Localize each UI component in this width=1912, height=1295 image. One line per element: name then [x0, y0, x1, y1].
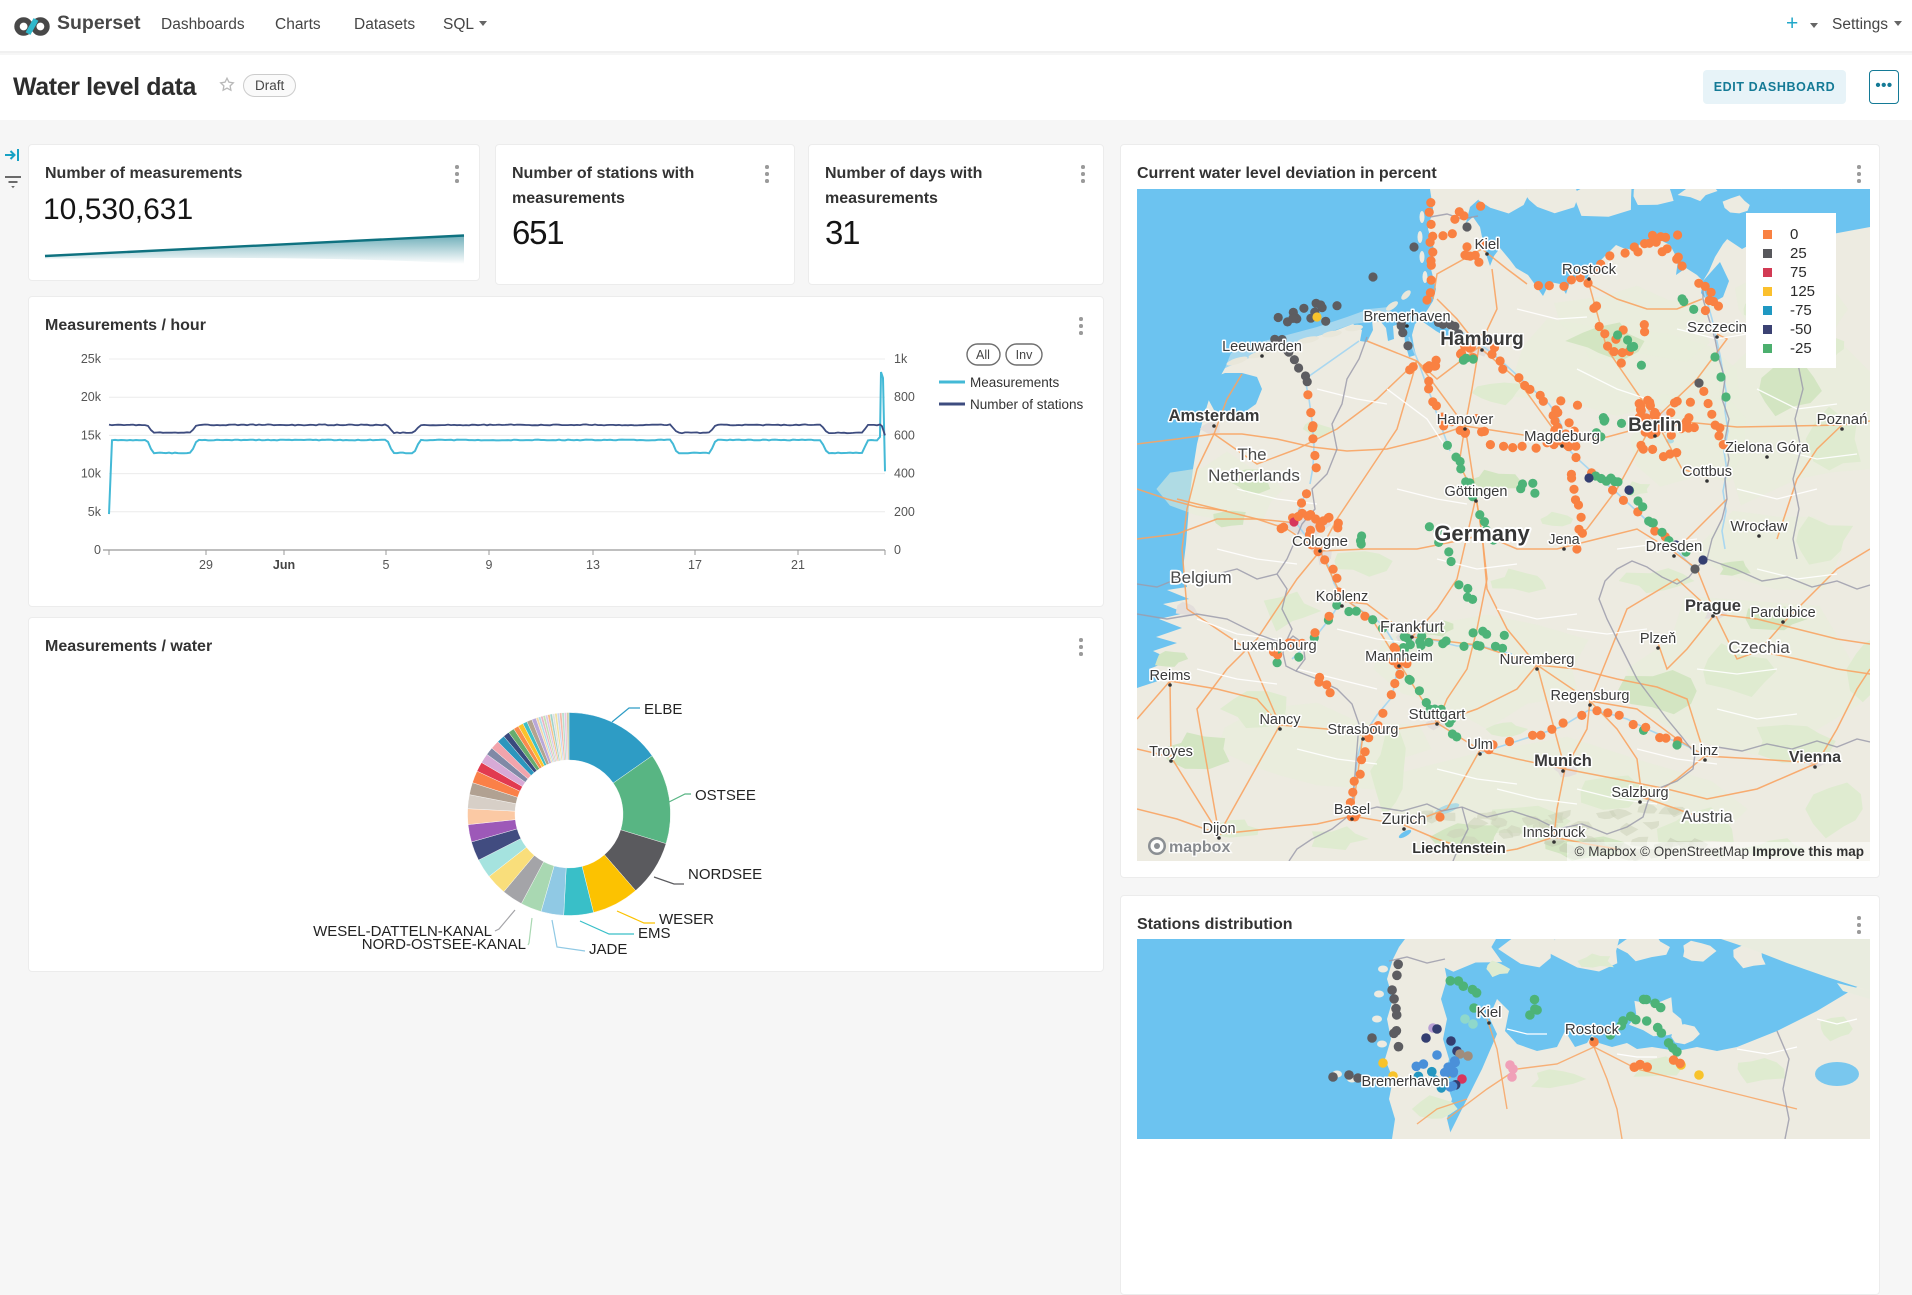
svg-text:0: 0 [94, 543, 101, 557]
svg-text:Kiel: Kiel [1476, 1004, 1501, 1021]
svg-text:Pardubice: Pardubice [1750, 605, 1815, 621]
svg-text:Inv: Inv [1016, 348, 1033, 362]
svg-text:Göttingen: Göttingen [1445, 484, 1508, 500]
svg-text:Rostock: Rostock [1565, 1021, 1620, 1038]
svg-text:Zurich: Zurich [1382, 811, 1426, 828]
svg-text:Improve this map: Improve this map [1752, 844, 1864, 859]
svg-text:Amsterdam: Amsterdam [1169, 407, 1260, 425]
svg-text:Munich: Munich [1534, 752, 1592, 770]
svg-text:Rostock: Rostock [1562, 261, 1617, 278]
svg-text:Nuremberg: Nuremberg [1499, 651, 1574, 668]
svg-text:10k: 10k [81, 467, 102, 481]
svg-text:Regensburg: Regensburg [1551, 688, 1630, 704]
svg-text:Reims: Reims [1149, 668, 1190, 684]
svg-text:JADE: JADE [589, 941, 627, 958]
svg-text:25: 25 [1790, 245, 1807, 262]
svg-text:Troyes: Troyes [1149, 744, 1193, 760]
svg-text:21: 21 [791, 558, 805, 572]
svg-text:NORDSEE: NORDSEE [688, 866, 762, 883]
svg-text:Ulm: Ulm [1467, 737, 1493, 753]
svg-text:Number of stations: Number of stations [970, 397, 1084, 412]
svg-text:Jena: Jena [1548, 532, 1580, 548]
svg-text:Koblenz: Koblenz [1316, 589, 1368, 605]
svg-text:Plzeň: Plzeň [1640, 631, 1676, 647]
svg-text:400: 400 [894, 467, 915, 481]
svg-text:20k: 20k [81, 390, 102, 404]
svg-text:Wrocław: Wrocław [1730, 518, 1787, 535]
svg-text:25k: 25k [81, 352, 102, 366]
svg-text:Luxembourg: Luxembourg [1233, 637, 1316, 654]
svg-text:Dresden: Dresden [1646, 538, 1703, 555]
svg-text:Netherlands: Netherlands [1208, 466, 1300, 485]
svg-text:Jun: Jun [273, 558, 295, 572]
svg-text:Strasbourg: Strasbourg [1328, 722, 1399, 738]
svg-text:Kiel: Kiel [1474, 236, 1499, 253]
svg-text:Innsbruck: Innsbruck [1523, 825, 1587, 841]
svg-text:WESEL-DATTELN-KANAL: WESEL-DATTELN-KANAL [313, 923, 492, 940]
svg-text:Linz: Linz [1692, 743, 1719, 759]
svg-text:Salzburg: Salzburg [1611, 785, 1668, 801]
svg-text:9: 9 [486, 558, 493, 572]
svg-text:Austria: Austria [1681, 808, 1733, 826]
svg-text:Measurements: Measurements [970, 375, 1060, 390]
svg-text:13: 13 [586, 558, 600, 572]
svg-text:Nancy: Nancy [1259, 712, 1301, 728]
svg-text:600: 600 [894, 428, 915, 442]
svg-text:Cologne: Cologne [1292, 533, 1348, 550]
svg-text:Magdeburg: Magdeburg [1524, 428, 1600, 445]
svg-text:0: 0 [894, 543, 901, 557]
svg-text:Poznań: Poznań [1817, 411, 1868, 428]
svg-text:17: 17 [688, 558, 702, 572]
svg-text:75: 75 [1790, 264, 1807, 281]
svg-text:Bremerhaven: Bremerhaven [1361, 1074, 1448, 1090]
svg-text:-50: -50 [1790, 321, 1812, 338]
svg-text:Mannheim: Mannheim [1365, 649, 1433, 665]
svg-text:Hanover: Hanover [1437, 411, 1494, 428]
svg-text:Szczecin: Szczecin [1687, 319, 1747, 336]
svg-text:© Mapbox © OpenStreetMap: © Mapbox © OpenStreetMap [1575, 844, 1749, 859]
svg-text:Cottbus: Cottbus [1682, 464, 1732, 480]
svg-text:Frankfurt: Frankfurt [1380, 619, 1445, 636]
svg-text:Stuttgart: Stuttgart [1409, 706, 1467, 723]
svg-text:Vienna: Vienna [1789, 749, 1841, 766]
svg-text:EMS: EMS [638, 925, 671, 942]
svg-text:OSTSEE: OSTSEE [695, 787, 756, 804]
svg-text:800: 800 [894, 390, 915, 404]
svg-text:Berlin: Berlin [1628, 415, 1682, 436]
svg-text:125: 125 [1790, 283, 1815, 300]
svg-text:Germany: Germany [1434, 521, 1530, 546]
svg-text:Dijon: Dijon [1202, 821, 1235, 837]
svg-text:Basel: Basel [1334, 802, 1370, 818]
svg-text:-75: -75 [1790, 302, 1812, 319]
svg-text:0: 0 [1790, 226, 1798, 243]
svg-text:Hamburg: Hamburg [1440, 329, 1523, 350]
svg-text:The: The [1237, 445, 1266, 464]
svg-text:Leeuwarden: Leeuwarden [1222, 339, 1302, 355]
svg-text:Bremerhaven: Bremerhaven [1363, 309, 1450, 325]
svg-text:Zielona Góra: Zielona Góra [1725, 440, 1810, 456]
svg-text:Czechia: Czechia [1728, 638, 1790, 657]
svg-text:-25: -25 [1790, 340, 1812, 357]
svg-text:All: All [976, 348, 990, 362]
svg-text:mapbox: mapbox [1169, 839, 1230, 856]
svg-text:Liechtenstein: Liechtenstein [1412, 841, 1505, 857]
svg-text:29: 29 [199, 558, 213, 572]
svg-text:200: 200 [894, 505, 915, 519]
svg-text:5: 5 [383, 558, 390, 572]
svg-text:Belgium: Belgium [1170, 568, 1231, 587]
svg-text:15k: 15k [81, 428, 102, 442]
svg-text:Prague: Prague [1685, 597, 1741, 615]
svg-text:1k: 1k [894, 352, 908, 366]
svg-text:5k: 5k [88, 505, 102, 519]
svg-text:ELBE: ELBE [644, 701, 682, 718]
